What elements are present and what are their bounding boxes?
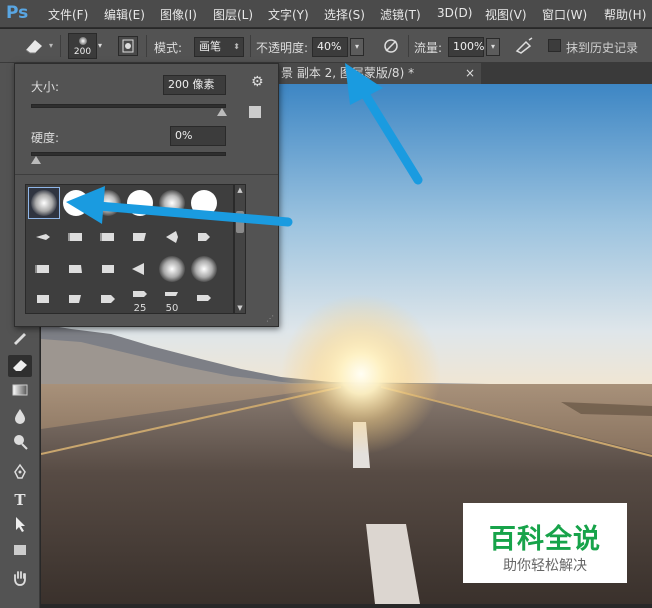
watermark-subtitle: 助你轻松解决: [503, 558, 587, 574]
watermark-badge: 百科全说 助你轻松解决: [463, 503, 627, 583]
arrow-to-opacity: [345, 63, 423, 185]
arrow-to-brush-preset: [66, 186, 293, 227]
watermark-title: 百科全说: [489, 524, 601, 555]
